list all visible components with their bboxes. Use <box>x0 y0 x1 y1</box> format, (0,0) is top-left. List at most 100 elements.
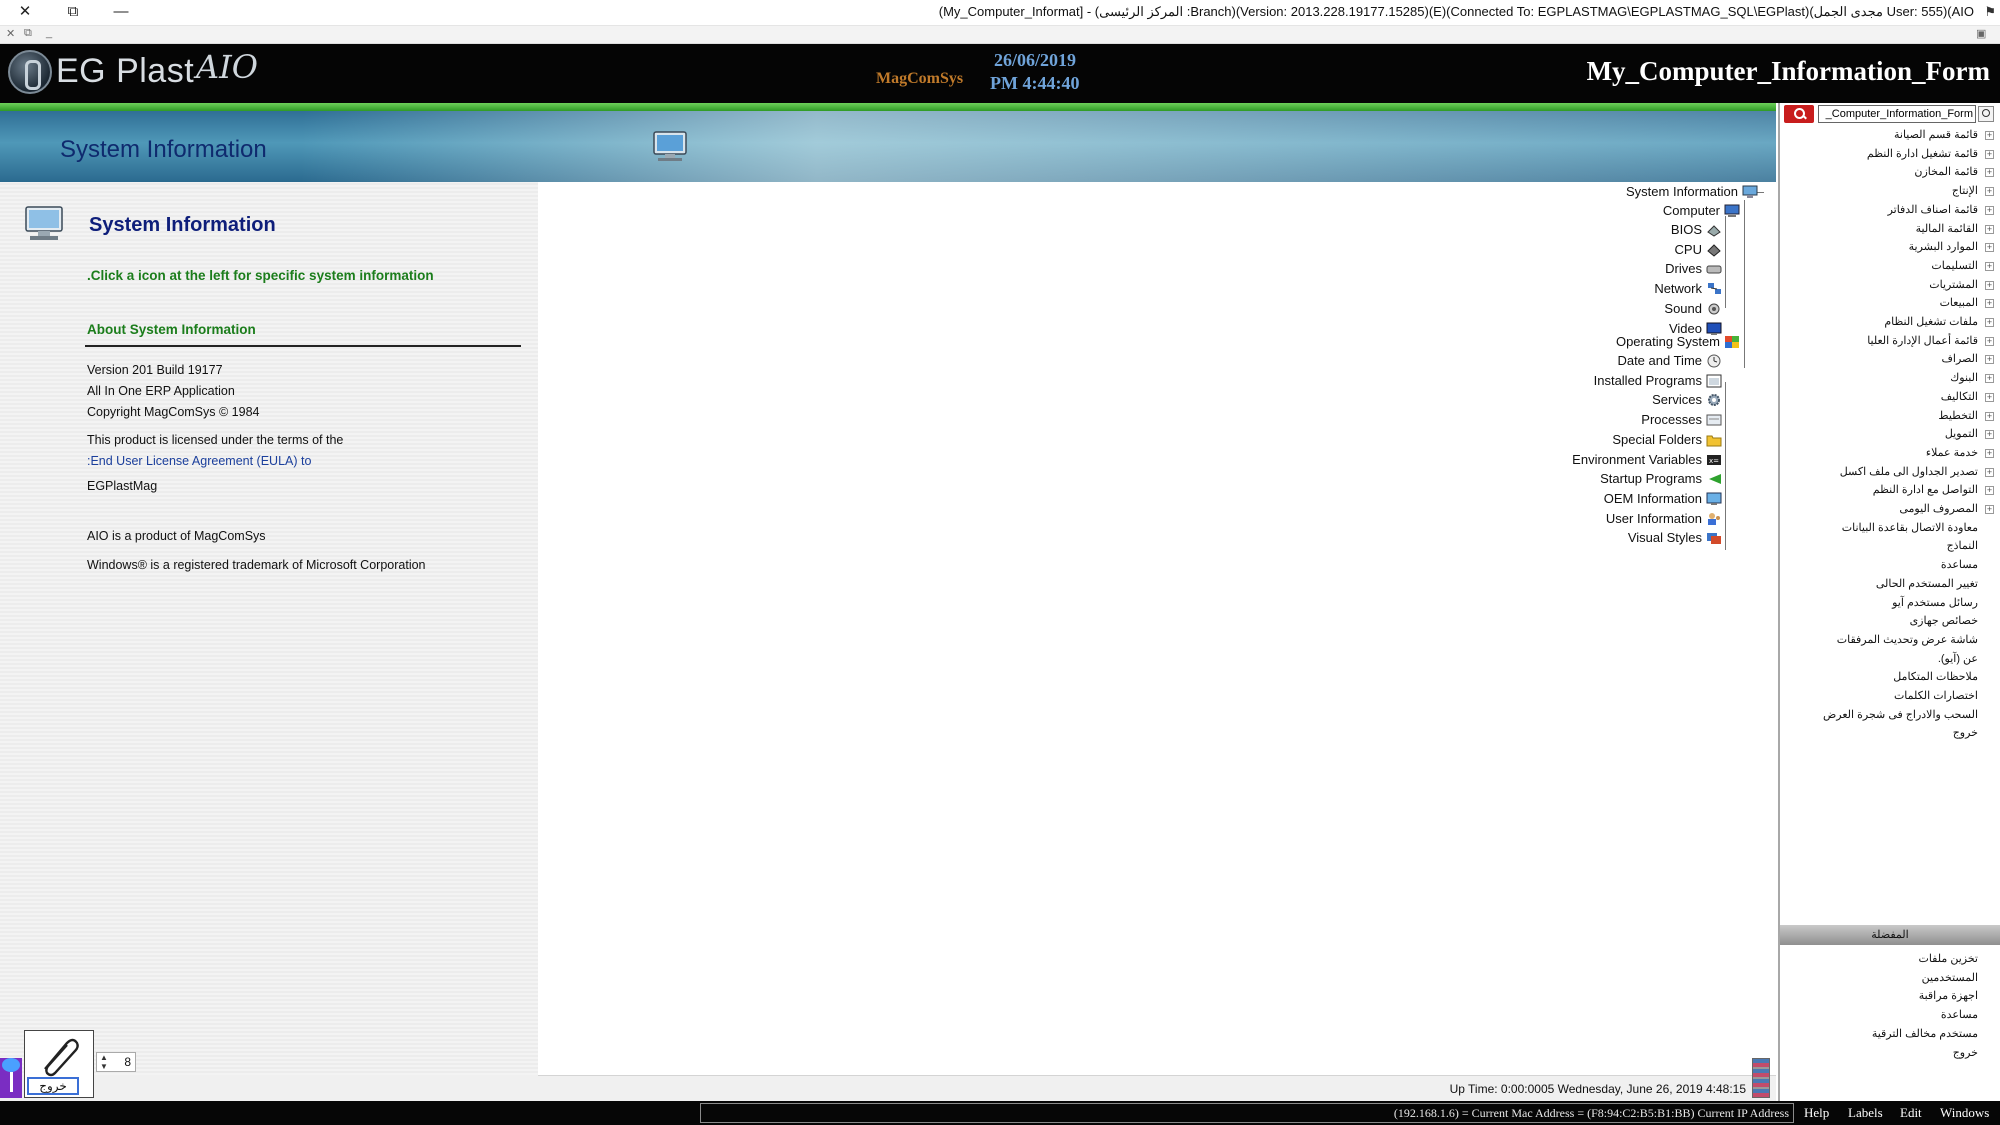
expand-icon[interactable]: + <box>1985 355 1994 365</box>
tree-node-computer[interactable]: Computer <box>1622 202 1742 220</box>
favorite-item[interactable]: تخزين ملفات <box>1918 951 1978 967</box>
mdi-close-button[interactable]: ✕ <box>6 27 15 40</box>
side-menu-item[interactable]: التخطيط <box>1938 408 1978 424</box>
side-menu-item[interactable]: قائمة تشغيل ادارة النظم <box>1867 146 1978 162</box>
favorite-item[interactable]: المستخدمين <box>1922 970 1978 986</box>
side-menu-item[interactable]: القائمة المالية <box>1916 221 1978 237</box>
side-menu-item[interactable]: عن (آيو). <box>1938 651 1978 667</box>
restore-window-button[interactable]: ⧉ <box>60 2 86 22</box>
expand-icon[interactable]: + <box>1985 430 1994 440</box>
side-menu-item[interactable]: رسائل مستخدم آيو <box>1892 595 1978 611</box>
search-button[interactable] <box>1784 105 1814 123</box>
side-menu-item[interactable]: النماذج <box>1947 538 1978 554</box>
favorite-item[interactable]: مساعدة <box>1941 1007 1978 1023</box>
side-menu-item[interactable]: قائمة اصناف الدفاتر <box>1888 202 1978 218</box>
side-menu-item[interactable]: ملاحظات المتكامل <box>1893 669 1978 685</box>
mdi-minimize-button[interactable]: _ <box>46 27 52 39</box>
book-stack-icon[interactable] <box>1752 1058 1770 1098</box>
side-menu-item[interactable]: السحب والادراج فى شجرة العرض <box>1823 707 1978 723</box>
tree-node-services[interactable]: Services <box>1484 391 1724 409</box>
tree-node-startup-programs[interactable]: Startup Programs <box>1484 470 1724 488</box>
expand-icon[interactable]: + <box>1985 486 1994 496</box>
tree-node-cpu[interactable]: CPU <box>1484 241 1724 259</box>
tree-node-bios[interactable]: BIOS <box>1484 221 1724 239</box>
side-menu-item[interactable]: خصائص جهازى <box>1910 613 1978 629</box>
expand-icon[interactable]: + <box>1985 187 1994 197</box>
side-menu-item[interactable]: الموارد البشرية <box>1909 239 1978 255</box>
expand-icon[interactable]: + <box>1985 336 1994 346</box>
expand-icon[interactable]: + <box>1985 299 1994 309</box>
menu-search-input[interactable] <box>1818 105 1976 123</box>
minimize-window-button[interactable]: — <box>108 2 134 22</box>
side-menu-item[interactable]: المشتريات <box>1929 277 1978 293</box>
spinner-down-icon[interactable]: ▼ <box>99 1063 109 1071</box>
side-menu-item[interactable]: المصروف اليومى <box>1899 501 1978 517</box>
side-menu-item[interactable]: قائمة أعمال الإدارة العليا <box>1867 333 1978 349</box>
tree-node-oem-information[interactable]: OEM Information <box>1484 490 1724 508</box>
exit-button[interactable]: خروج <box>24 1030 94 1098</box>
spinner-up-icon[interactable]: ▲ <box>99 1054 109 1062</box>
tree-node-system-information[interactable]: System Information <box>1600 183 1760 201</box>
side-menu-item[interactable]: تصدير الجداول الى ملف اكسل <box>1840 464 1978 480</box>
side-menu-item[interactable]: التكاليف <box>1941 389 1978 405</box>
favorite-item[interactable]: مستخدم مخالف الترقية <box>1872 1026 1978 1042</box>
expand-icon[interactable]: + <box>1985 261 1994 271</box>
expand-icon[interactable]: + <box>1985 131 1994 140</box>
expand-icon[interactable]: + <box>1985 243 1994 253</box>
side-menu-item[interactable]: التسليمات <box>1931 258 1978 274</box>
side-menu-item[interactable]: خدمة عملاء <box>1926 445 1978 461</box>
menu-labels[interactable]: Labels <box>1848 1105 1883 1121</box>
tree-node-processes[interactable]: Processes <box>1484 411 1724 429</box>
tree-node-user-information[interactable]: User Information <box>1484 510 1724 528</box>
side-menu-item[interactable]: تغيير المستخدم الحالى <box>1876 576 1978 592</box>
side-menu-item[interactable]: اختصارات الكلمات <box>1894 688 1978 704</box>
favorite-item[interactable]: خروج <box>1953 1045 1978 1061</box>
side-menu-item[interactable]: المبيعات <box>1940 295 1978 311</box>
status-bar: Up Time: 0:00:0005 Wednesday, June 26, 2… <box>538 1058 1776 1101</box>
tree-node-environment-variables[interactable]: Environment Variables x= <box>1484 451 1724 469</box>
expand-icon[interactable]: + <box>1985 149 1994 159</box>
menu-windows[interactable]: Windows <box>1940 1105 1989 1121</box>
side-menu-item[interactable]: ملفات تشغيل النظام <box>1884 314 1978 330</box>
expand-icon[interactable]: + <box>1985 392 1994 402</box>
side-menu-item[interactable]: البنوك <box>1950 370 1978 386</box>
search-icon[interactable] <box>1978 106 1994 122</box>
favorite-item[interactable]: اجهزة مراقبة <box>1919 988 1978 1004</box>
mdi-restore-button[interactable]: ⧉ <box>24 27 32 40</box>
expand-icon[interactable]: + <box>1985 411 1994 421</box>
tree-node-network[interactable]: Network <box>1484 280 1724 298</box>
expand-icon[interactable]: + <box>1985 205 1994 215</box>
expand-icon[interactable]: + <box>1985 168 1994 178</box>
tree-node-visual-styles[interactable]: Visual Styles <box>1484 529 1724 547</box>
expand-icon[interactable]: + <box>1985 280 1994 290</box>
side-menu-item[interactable]: شاشة عرض وتحديث المرفقات <box>1837 632 1978 648</box>
side-menu-item[interactable]: التمويل <box>1945 426 1978 442</box>
tree-node-label: OEM Information <box>1603 490 1702 506</box>
side-menu-item[interactable]: الصراف <box>1942 351 1978 367</box>
os-icon <box>1725 336 1739 348</box>
expand-icon[interactable]: + <box>1985 467 1994 477</box>
tree-node-sound[interactable]: Sound <box>1484 300 1724 318</box>
expand-icon[interactable]: + <box>1985 505 1994 514</box>
tree-node-special-folders[interactable]: Special Folders <box>1484 431 1724 449</box>
side-menu-item[interactable]: مساعدة <box>1941 557 1978 573</box>
expand-icon[interactable]: + <box>1985 224 1994 234</box>
tree-node-operating-system[interactable]: Operating System <box>1562 333 1742 351</box>
tree-node-drives[interactable]: Drives <box>1484 260 1724 278</box>
side-menu-item[interactable]: التواصل مع ادارة النظم <box>1873 482 1978 498</box>
menu-help[interactable]: Help <box>1804 1105 1829 1121</box>
side-menu-item[interactable]: خروج <box>1953 725 1978 741</box>
menu-edit[interactable]: Edit <box>1900 1105 1922 1121</box>
eula-link[interactable]: :End User License Agreement (EULA) to <box>87 454 311 468</box>
side-menu-item[interactable]: معاودة الاتصال بقاعدة البيانات <box>1842 520 1978 536</box>
tree-node-installed-programs[interactable]: Installed Programs <box>1484 372 1724 390</box>
close-window-button[interactable]: ✕ <box>12 2 38 22</box>
side-menu-item[interactable]: قائمة المخازن <box>1914 164 1978 180</box>
expand-icon[interactable]: + <box>1985 318 1994 327</box>
expand-icon[interactable]: + <box>1985 448 1994 458</box>
page-spinner[interactable]: ▲ ▼ 8 <box>96 1052 136 1072</box>
side-menu-item[interactable]: الإنتاج <box>1952 183 1978 199</box>
expand-icon[interactable]: + <box>1985 374 1994 384</box>
tree-node-date-and-time[interactable]: Date and Time <box>1484 352 1724 370</box>
side-menu-item[interactable]: قائمة قسم الصيانة <box>1894 127 1978 143</box>
